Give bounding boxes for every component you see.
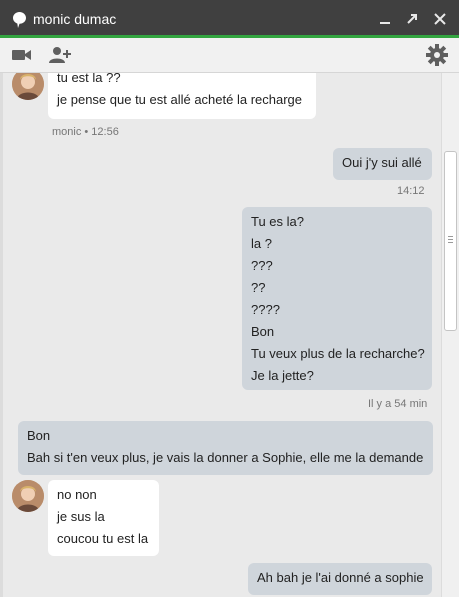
- avatar[interactable]: [12, 480, 44, 512]
- minimize-icon[interactable]: [376, 10, 394, 28]
- chat-toolbar: [0, 38, 459, 73]
- video-camera-icon[interactable]: [11, 45, 33, 65]
- message-meta: Il y a 54 min: [368, 398, 428, 410]
- scroll-grip: [448, 242, 453, 243]
- scroll-grip: [448, 236, 453, 237]
- scrollbar[interactable]: [441, 73, 459, 597]
- message-line: la ?: [251, 236, 272, 251]
- message-line: Bah si t'en veux plus, je vais la donner…: [27, 450, 424, 465]
- incoming-message: tu est la ?? je pense que tu est allé ac…: [48, 73, 316, 119]
- message-line: no non: [57, 487, 97, 502]
- message-line: Ah bah je l'ai donné a sophie: [257, 570, 424, 585]
- message-line: coucou tu est la: [57, 531, 149, 546]
- message-line: ????: [251, 302, 280, 317]
- message-meta: 14:12: [397, 185, 425, 197]
- popout-icon[interactable]: [403, 10, 421, 28]
- avatar[interactable]: [12, 73, 44, 100]
- chat-window: monic dumac tu est la ?? je pense que tu…: [0, 0, 459, 597]
- incoming-message: Bon Bah si t'en veux plus, je vais la do…: [18, 421, 433, 475]
- gear-icon[interactable]: [426, 44, 448, 66]
- message-meta: monic • 12:56: [52, 126, 119, 138]
- message-line: je sus la: [57, 509, 105, 524]
- scrollbar-thumb[interactable]: [444, 151, 457, 331]
- message-list[interactable]: tu est la ?? je pense que tu est allé ac…: [0, 73, 441, 597]
- message-line: Tu es la?: [251, 214, 304, 229]
- message-line: Bon: [27, 428, 51, 443]
- message-line: ???: [251, 258, 273, 273]
- message-line: tu est la ??: [57, 73, 121, 85]
- outgoing-message: Tu es la? la ? ??? ?? ???? Bon Tu veux p…: [242, 207, 432, 390]
- add-user-icon[interactable]: [49, 45, 71, 65]
- title-bar[interactable]: monic dumac: [0, 0, 459, 38]
- window-edge: [0, 73, 3, 597]
- close-icon[interactable]: [431, 10, 449, 28]
- message-line: Tu veux plus de la recharche?: [251, 346, 425, 361]
- chat-bubble-icon: [13, 12, 26, 28]
- outgoing-message: Ah bah je l'ai donné a sophie: [248, 563, 432, 595]
- message-line: Bon: [251, 324, 275, 339]
- window-title[interactable]: monic dumac: [33, 11, 116, 27]
- message-line: je pense que tu est allé acheté la recha…: [57, 92, 303, 107]
- scroll-grip: [448, 239, 453, 240]
- outgoing-message: Oui j'y sui allé: [333, 148, 432, 180]
- message-line: Oui j'y sui allé: [342, 155, 422, 170]
- message-line: Je la jette?: [251, 368, 314, 383]
- incoming-message: no non je sus la coucou tu est la: [48, 480, 159, 556]
- message-line: ??: [251, 280, 266, 295]
